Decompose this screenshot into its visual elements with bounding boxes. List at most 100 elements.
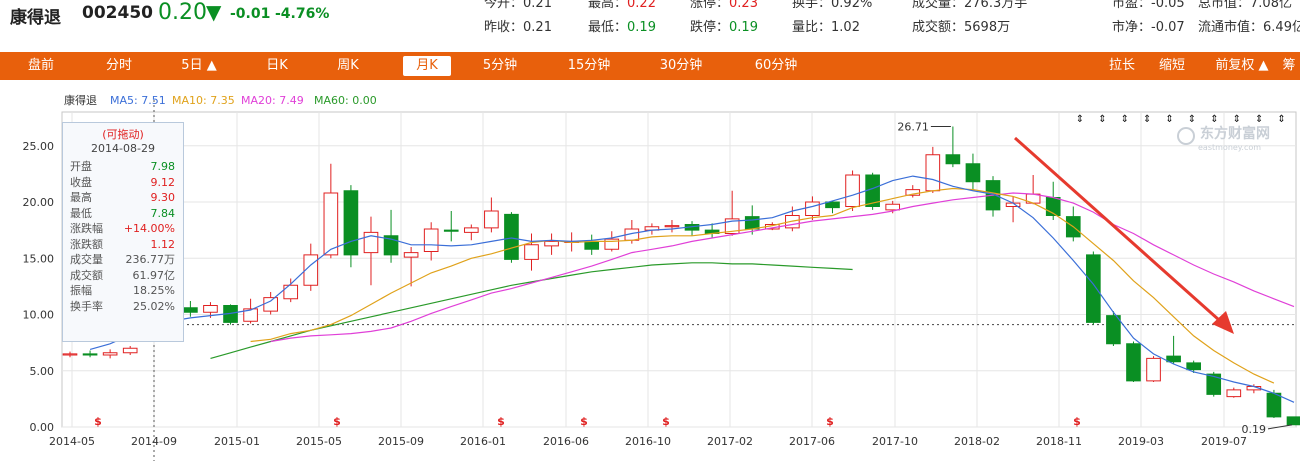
drag-hint: (可拖动): [102, 128, 144, 141]
legend-stock: 康得退: [64, 93, 97, 107]
info-row: 成交额 61.97亿: [63, 268, 183, 284]
x-tick-label: 2017-02: [707, 435, 753, 448]
stat-value: 0.19: [729, 20, 758, 35]
stat-2-2: 跌停：0.19: [690, 16, 758, 35]
current-price: 0.20: [158, 0, 207, 25]
info-value: 61.97亿: [132, 268, 176, 282]
tab-0[interactable]: 盘前: [20, 56, 62, 76]
candle-body: [885, 203, 901, 211]
info-value: 236.77万: [125, 253, 176, 266]
tab-1[interactable]: 分时: [98, 56, 140, 76]
y-tick-label: 25.00: [23, 140, 55, 153]
tab-6[interactable]: 5分钟: [476, 56, 524, 76]
x-tick-label: 2019-03: [1118, 435, 1164, 448]
tab-right-0[interactable]: 拉长: [1104, 56, 1140, 76]
stat-1-0: 今开：0.21: [484, 0, 552, 11]
candle-info-box[interactable]: (可拖动) 2014-08-29 开盘 7.98 收盘 9.12 最高 9.30 最低 7.8…: [62, 122, 184, 342]
tab-4[interactable]: 周K: [330, 56, 366, 76]
info-date: 2014-08-29: [91, 142, 155, 155]
price-change: -0.01: [230, 6, 271, 22]
candle-body: [965, 163, 981, 183]
x-tick-label: 2017-06: [789, 435, 835, 448]
candle-body: [463, 227, 479, 233]
candle-body: [82, 353, 98, 356]
quote-header: 康得退 002450 0.20 ▼ -0.01 -4.76% 今开：0.21 最高…: [0, 0, 1300, 48]
stat-value: 276.3万手: [964, 0, 1028, 11]
max-value-label: 26.71: [897, 121, 929, 134]
legend-ma20: MA20: 7.49: [241, 94, 304, 107]
info-row: 换手率 25.02%: [63, 299, 183, 315]
tab-right-1[interactable]: 缩短: [1154, 56, 1190, 76]
dividend-marker-icon: $: [662, 415, 670, 428]
info-key: 收盘: [70, 175, 92, 189]
info-row: 最高 9.30: [63, 190, 183, 206]
watermark-subtext: eastmoney.com: [1198, 143, 1261, 152]
y-tick-label: 15.00: [23, 252, 55, 265]
stat-label: 涨停：: [690, 0, 730, 11]
info-row: 最低 7.84: [63, 206, 183, 222]
dividend-marker-icon: $: [1073, 415, 1081, 428]
stat-value: 7.08亿: [1250, 0, 1292, 11]
tab-2[interactable]: 5日 ▲: [175, 56, 223, 76]
stat-label: 成交额：: [912, 20, 965, 35]
info-key: 成交额: [70, 268, 103, 282]
candle-body: [1286, 416, 1300, 426]
candle-body: [1146, 357, 1161, 382]
dividend-marker-icon: $: [580, 415, 588, 428]
stat-value: -0.05: [1151, 0, 1185, 11]
candle-body: [925, 154, 941, 192]
candle-body: [1166, 355, 1181, 363]
candle-body: [283, 284, 299, 300]
tab-7[interactable]: 15分钟: [561, 56, 617, 76]
candle-body: [1106, 315, 1121, 345]
tab-5[interactable]: 月K: [403, 56, 451, 76]
candle-body: [1266, 392, 1282, 418]
stat-label: 昨收：: [484, 20, 524, 35]
tab-3[interactable]: 日K: [259, 56, 295, 76]
candle-body: [664, 225, 680, 228]
event-marker-icon: ⇕: [1143, 114, 1151, 125]
x-tick-label: 2016-01: [460, 435, 506, 448]
candle-body: [805, 201, 820, 216]
candle-body: [323, 192, 339, 256]
stat-2-5: 市净：-0.07: [1112, 16, 1185, 35]
y-tick-label: 10.00: [23, 309, 55, 322]
info-row: 振幅 18.25%: [63, 283, 183, 299]
tab-right-3[interactable]: 筹: [1278, 56, 1300, 76]
event-marker-icon: ⇕: [1098, 114, 1106, 125]
stat-label: 市盈：: [1112, 0, 1152, 11]
stock-name: 康得退: [10, 8, 61, 28]
stat-value: 0.92%: [831, 0, 873, 11]
kline-chart[interactable]: 25.00 20.00 15.00 10.00 5.00 0.002014-05 2014-…: [0, 84, 1300, 461]
info-row: 开盘 7.98: [63, 159, 183, 175]
candle-body: [945, 154, 961, 165]
candle-body: [102, 352, 118, 356]
dividend-marker-icon: $: [826, 415, 834, 428]
candle-body: [122, 347, 138, 354]
tab-8[interactable]: 30分钟: [653, 56, 709, 76]
y-tick-label: 0.00: [30, 421, 55, 434]
tab-9[interactable]: 60分钟: [748, 56, 804, 76]
event-marker-icon: ⇕: [1076, 114, 1084, 125]
stat-2-1: 最低：0.19: [588, 16, 656, 35]
y-tick-label: 20.00: [23, 196, 55, 209]
candle-body: [1186, 362, 1201, 371]
event-marker-icon: ⇕: [1233, 114, 1241, 125]
info-key: 振幅: [70, 284, 92, 297]
stat-1-5: 市盈：-0.05: [1112, 0, 1185, 11]
event-marker-icon: ⇕: [1121, 114, 1129, 125]
info-row: 涨跌幅 +14.00%: [63, 221, 183, 237]
info-value: 18.25%: [133, 284, 175, 297]
stat-label: 成交量：: [912, 0, 965, 11]
stat-value: 1.02: [831, 20, 860, 35]
candle-body: [263, 297, 278, 312]
stat-value: 0.23: [729, 0, 758, 11]
x-tick-label: 2017-10: [872, 435, 918, 448]
info-value: 7.98: [150, 160, 176, 173]
event-marker-icon: ⇕: [1277, 114, 1285, 125]
stat-value: 0.21: [523, 0, 552, 11]
tab-right-2[interactable]: 前复权 ▲: [1210, 56, 1274, 76]
x-tick-label: 2019-07: [1201, 435, 1247, 448]
min-value-label: 0.19: [1242, 423, 1267, 436]
legend-ma5: MA5: 7.51: [110, 94, 166, 107]
